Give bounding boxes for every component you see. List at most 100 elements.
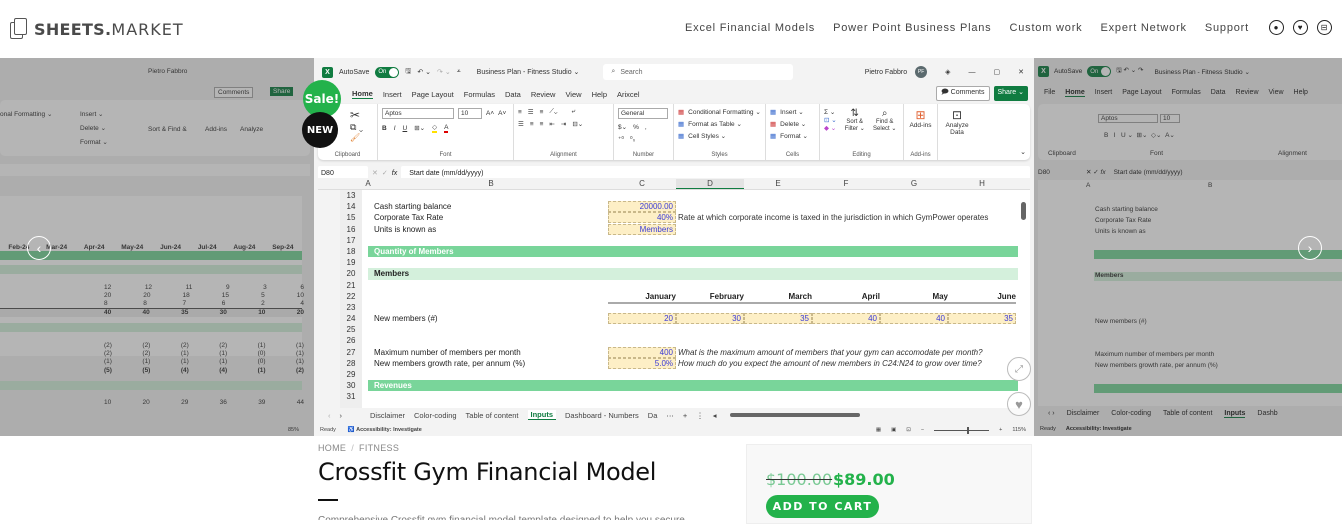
tax-rate-input[interactable]: 40%	[608, 212, 676, 224]
analyze-data-button[interactable]: ⊡ Analyze Data	[942, 108, 972, 136]
increase-decimal-icon[interactable]: ⁺⁰	[618, 135, 624, 143]
cancel-entry-icon[interactable]: ✕	[372, 169, 378, 177]
zoom-slider[interactable]	[934, 426, 990, 434]
nav-expert-network[interactable]: Expert Network	[1100, 22, 1186, 34]
add-sheet-icon[interactable]: +	[683, 411, 687, 420]
tab-view[interactable]: View	[565, 90, 581, 99]
breadcrumb-fitness[interactable]: FITNESS	[359, 443, 399, 453]
share-button[interactable]: Share ⌄	[993, 86, 1028, 101]
comma-icon[interactable]: ,	[645, 124, 647, 131]
gallery-main-slide[interactable]: X AutoSave On 🖫 ↶ ⌄ ↷ ⌄ ⩡ Business Plan …	[314, 58, 1034, 436]
clear-icon[interactable]: ◆ ⌄	[824, 124, 837, 132]
merge-icon[interactable]: ⊟⌄	[572, 120, 583, 128]
max-members-input[interactable]: 400	[608, 346, 676, 358]
wrap-text-icon[interactable]: ⤶	[571, 108, 575, 116]
italic-icon[interactable]: I	[394, 125, 396, 132]
align-center-icon[interactable]: ≡	[530, 121, 534, 128]
format-cells-button[interactable]: ▦ Format ⌄	[770, 132, 815, 140]
units-input[interactable]: Members	[608, 223, 676, 235]
find-select-button[interactable]: ⌕ Find & Select ⌄	[873, 108, 897, 132]
gallery-prev-arrow[interactable]: ‹	[27, 236, 51, 260]
sheet-tab-disclaimer[interactable]: Disclaimer	[370, 411, 405, 420]
cut-icon[interactable]: ✂	[350, 108, 373, 122]
currency-icon[interactable]: $⌄	[618, 123, 627, 131]
insert-cells-button[interactable]: ▦ Insert ⌄	[770, 108, 815, 116]
normal-view-icon[interactable]: ▦	[876, 427, 881, 433]
accessibility-status[interactable]: ♿ Accessibility: Investigate	[348, 427, 422, 433]
new-members-apr[interactable]: 40	[812, 313, 880, 325]
diamond-icon[interactable]: ◈	[945, 68, 950, 76]
tab-page-layout[interactable]: Page Layout	[412, 90, 454, 99]
fill-color-icon[interactable]: ◇	[432, 123, 438, 133]
align-right-icon[interactable]: ≡	[540, 121, 544, 128]
horizontal-scrollbar[interactable]	[729, 413, 860, 417]
sheet-tab-dashboard-numbers[interactable]: Dashboard - Numbers	[565, 411, 639, 420]
growth-rate-input[interactable]: 5.0%	[608, 357, 676, 369]
font-color-icon[interactable]: A	[444, 124, 449, 133]
tab-formulas[interactable]: Formulas	[464, 90, 495, 99]
sheet-tab-more[interactable]: Da	[648, 411, 658, 420]
minimize-icon[interactable]: —	[969, 69, 976, 76]
gallery-next-arrow[interactable]: ›	[1298, 236, 1322, 260]
close-icon[interactable]: ✕	[1018, 68, 1024, 76]
shrink-font-icon[interactable]: A˅	[498, 110, 506, 117]
tab-review[interactable]: Review	[531, 90, 556, 99]
tab-home[interactable]: Home	[352, 89, 373, 99]
sort-filter-button[interactable]: ⇅ Sort & Filter ⌄	[843, 108, 867, 132]
align-middle-icon[interactable]: ☰	[528, 108, 534, 116]
add-to-cart-button[interactable]: ADD TO CART	[766, 495, 879, 518]
copy-icon[interactable]: ⧉ ⌄	[350, 122, 373, 133]
wishlist-heart-icon[interactable]: ♥	[1293, 20, 1308, 35]
save-icon[interactable]: 🖫	[405, 67, 411, 78]
nav-custom-work[interactable]: Custom work	[1009, 22, 1082, 34]
addins-button[interactable]: ⊞ Add-ins	[908, 108, 933, 129]
page-layout-view-icon[interactable]: ▣	[891, 427, 896, 433]
format-as-table-button[interactable]: ▦ Format as Table ⌄	[678, 120, 761, 128]
orientation-icon[interactable]: ⟋⌄	[549, 108, 557, 116]
comments-button[interactable]: 🗩 Comments	[935, 86, 990, 101]
user-avatar[interactable]: PF	[915, 66, 928, 78]
spreadsheet-grid[interactable]: A B C D E F G H 13 14 15 16 17 18 19 20 21 22 23 24…	[318, 178, 1030, 408]
redo-icon[interactable]: ↷ ⌄	[437, 68, 451, 76]
prev-sheet-icon[interactable]: ‹	[328, 411, 331, 420]
align-bottom-icon[interactable]: ≡	[540, 109, 544, 116]
sheet-tab-table-of-content[interactable]: Table of content	[466, 411, 519, 420]
cash-balance-input[interactable]: 20000.00	[608, 201, 676, 213]
nav-support[interactable]: Support	[1205, 22, 1249, 34]
breadcrumb-home[interactable]: HOME	[318, 443, 346, 453]
new-members-jan[interactable]: 20	[608, 313, 676, 325]
decrease-indent-icon[interactable]: ⇤	[549, 120, 554, 128]
align-left-icon[interactable]: ☰	[518, 120, 524, 128]
sheet-tab-inputs[interactable]: Inputs	[527, 410, 557, 420]
conditional-formatting-button[interactable]: ▦ Conditional Formatting ⌄	[678, 108, 761, 116]
page-break-view-icon[interactable]: ⊡	[906, 427, 911, 433]
align-top-icon[interactable]: ≡	[518, 109, 522, 116]
next-sheet-icon[interactable]: ›	[340, 411, 343, 420]
file-title[interactable]: Business Plan - Fitness Studio ⌄	[477, 68, 580, 76]
excel-search-box[interactable]: ⌕ Search	[603, 64, 794, 80]
font-name-select[interactable]: Aptos	[382, 108, 454, 119]
nav-excel-financial-models[interactable]: Excel Financial Models	[685, 22, 815, 34]
underline-icon[interactable]: U	[403, 125, 408, 132]
add-to-wishlist-button[interactable]: ♥	[1007, 392, 1031, 416]
decrease-decimal-icon[interactable]: ⁰₀	[630, 135, 635, 143]
grow-font-icon[interactable]: A˄	[486, 110, 494, 117]
number-format-select[interactable]: General	[618, 108, 668, 119]
fill-icon[interactable]: ⊡ ⌄	[824, 116, 837, 124]
customize-icon[interactable]: ⩡	[457, 68, 461, 76]
tab-data[interactable]: Data	[505, 90, 521, 99]
delete-cells-button[interactable]: ▦ Delete ⌄	[770, 120, 815, 128]
cart-icon[interactable]: ⊟	[1317, 20, 1332, 35]
undo-icon[interactable]: ↶ ⌄	[417, 68, 431, 76]
percent-icon[interactable]: %	[633, 124, 639, 131]
new-members-feb[interactable]: 30	[676, 313, 744, 325]
cell-styles-button[interactable]: ▦ Cell Styles ⌄	[678, 132, 761, 140]
bold-icon[interactable]: B	[382, 125, 387, 132]
tab-insert[interactable]: Insert	[383, 90, 402, 99]
new-members-may[interactable]: 40	[880, 313, 948, 325]
restore-icon[interactable]: ▢	[994, 68, 1001, 76]
gallery-next-slide[interactable]: X AutoSave On 🖫 ↶ ⌄ ↷ Business Plan - Fitnes…	[1034, 58, 1342, 436]
account-icon[interactable]: ●	[1269, 20, 1284, 35]
insert-function-icon[interactable]: fx	[392, 170, 397, 177]
scroll-left-icon[interactable]: ◂	[713, 411, 717, 420]
